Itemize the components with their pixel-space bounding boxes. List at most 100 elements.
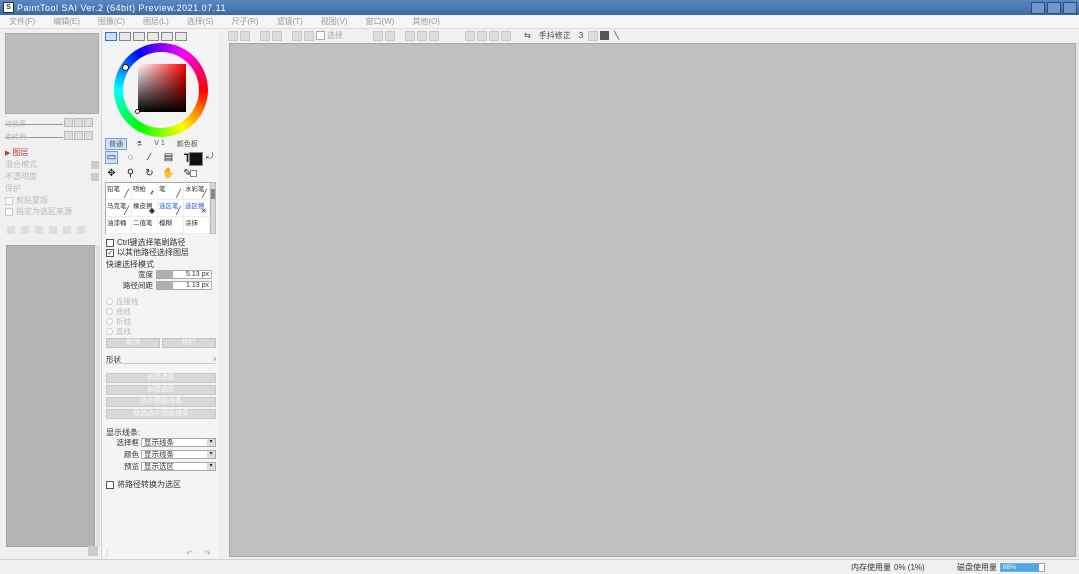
stabilizer-dropdown[interactable] xyxy=(588,30,599,41)
menu-edit[interactable]: 编辑(E) xyxy=(44,16,89,27)
brush-slot-marker[interactable]: 马克笔 ╱ xyxy=(106,200,132,217)
brush-slot-eraser[interactable]: 橡皮擦 ◆ xyxy=(132,200,158,217)
path-to-selection-check[interactable]: 将路径转换为选区 xyxy=(106,479,181,490)
menu-ruler[interactable]: 尺子(R) xyxy=(222,16,267,27)
brush-scrollbar[interactable] xyxy=(210,182,216,234)
reset-rotate-button[interactable] xyxy=(429,30,439,41)
path-to-selection-checkbox[interactable] xyxy=(106,480,114,489)
flip-button[interactable] xyxy=(465,30,475,41)
undo-icon[interactable]: ↶ xyxy=(186,549,193,558)
frame-select[interactable]: 显示线条 ▾ xyxy=(141,437,216,447)
lasso-icon[interactable]: ◌ xyxy=(124,151,137,164)
tab-palette[interactable]: 颜色板 xyxy=(174,139,201,149)
new-layer-icon[interactable] xyxy=(7,226,15,234)
spacing-slider[interactable]: 1.13 px xyxy=(156,280,212,290)
flip-icon[interactable]: ⇆ xyxy=(524,31,531,40)
color-select[interactable]: 显示线条 ▾ xyxy=(141,449,216,459)
brush-slot-pencil[interactable]: 铅笔 ╱ xyxy=(106,183,132,200)
mirror-button[interactable] xyxy=(489,30,499,41)
rotate-left-button[interactable] xyxy=(405,30,415,41)
foreground-color-swatch[interactable] xyxy=(189,152,203,166)
selection-source-checkbox[interactable] xyxy=(5,207,13,216)
hsv-slider-tab[interactable] xyxy=(133,32,145,41)
menu-other[interactable]: 其他(O) xyxy=(403,16,449,27)
scratchpad-tab[interactable] xyxy=(175,32,187,41)
deselect-button[interactable] xyxy=(228,30,238,41)
zoom-in-button[interactable] xyxy=(385,30,395,41)
preview-select[interactable]: 显示选区 ▾ xyxy=(141,461,216,471)
alt-path-checkbox[interactable]: ✓ xyxy=(106,248,114,257)
move-icon[interactable]: ✥ xyxy=(105,167,118,180)
select-checkbox[interactable] xyxy=(316,31,325,40)
rotate-right-button[interactable] xyxy=(417,30,427,41)
brush-slot-select-eraser[interactable]: 选区擦 ⨯ xyxy=(184,200,210,217)
angle-plus-button[interactable] xyxy=(74,130,83,140)
fill-button[interactable] xyxy=(304,30,314,41)
angle-slider[interactable]: 旋转角 xyxy=(5,132,63,141)
menu-filter[interactable]: 滤镜(T) xyxy=(268,16,312,27)
maximize-button[interactable] xyxy=(1047,1,1061,14)
menu-view[interactable]: 视图(V) xyxy=(312,16,357,27)
create-selection-button-2[interactable]: 创建选区 xyxy=(106,385,216,395)
mixer-tab[interactable] xyxy=(161,32,173,41)
clear-layer-icon[interactable] xyxy=(63,226,71,234)
tab-normal[interactable]: 普通 xyxy=(105,137,127,150)
navigator-preview[interactable] xyxy=(5,33,99,114)
transfer-down-icon[interactable] xyxy=(35,226,43,234)
width-slider[interactable]: 5.13 px xyxy=(156,269,212,279)
paste-button[interactable] xyxy=(272,30,282,41)
zoom-plus-button[interactable] xyxy=(74,117,83,127)
layer-list-scrollbar[interactable] xyxy=(96,245,100,547)
zoom-minus-button[interactable] xyxy=(64,117,73,127)
menu-file[interactable]: 文件(F) xyxy=(0,16,44,27)
angle-minus-button[interactable] xyxy=(64,130,73,140)
zoom-out-button[interactable] xyxy=(373,30,383,41)
minimize-button[interactable] xyxy=(1031,1,1045,14)
select-rect-icon[interactable]: ▭ xyxy=(105,151,118,164)
magic-wand-icon[interactable]: ⁄ xyxy=(143,151,156,164)
rgb-slider-tab[interactable] xyxy=(119,32,131,41)
canvas-area[interactable] xyxy=(229,43,1076,557)
layer-tab[interactable]: ▶ 图层 xyxy=(5,147,28,158)
sv-marker[interactable] xyxy=(135,109,140,114)
swatch-tab[interactable] xyxy=(147,32,159,41)
copy-button[interactable] xyxy=(260,30,270,41)
brush-slot-bucket[interactable]: 油漆桶 xyxy=(106,217,132,234)
panel-grip-icon[interactable]: ⁞ xyxy=(106,549,108,558)
anti-alias-button[interactable] xyxy=(501,30,511,41)
color-wheel-tab[interactable] xyxy=(105,32,117,41)
tab-version[interactable]: V 1 xyxy=(151,140,168,147)
close-icon[interactable] xyxy=(91,160,99,169)
invert-select-button[interactable] xyxy=(240,30,250,41)
menu-select[interactable]: 选择(S) xyxy=(178,16,223,27)
zoom-icon[interactable]: ⚲ xyxy=(124,167,137,180)
cancel-button[interactable]: 取消 xyxy=(106,338,160,348)
clear-button[interactable] xyxy=(292,30,302,41)
transparent-color-swatch[interactable] xyxy=(190,170,197,177)
ctrl-path-checkbox[interactable] xyxy=(106,238,114,247)
select-check[interactable]: 选择 xyxy=(316,30,343,41)
clip-mask-checkbox[interactable] xyxy=(5,196,13,205)
selection-source-check[interactable]: 指定为选区来源 xyxy=(5,206,72,217)
layer-list[interactable] xyxy=(6,245,95,547)
panel-menu-icon[interactable] xyxy=(88,546,98,556)
merge-down-icon[interactable] xyxy=(49,226,57,234)
deselect-layer-lines-button[interactable]: 取消选中图层线条 xyxy=(106,409,216,419)
angle-reset-button[interactable] xyxy=(84,130,93,140)
zoom-slider[interactable]: 缩放率 xyxy=(5,119,63,128)
swap-color-icon[interactable]: ⤾ xyxy=(206,151,214,162)
hand-icon[interactable]: ✋ xyxy=(162,167,175,180)
flip-vertical-button[interactable] xyxy=(477,30,487,41)
brush-slot-blur[interactable]: 模糊 xyxy=(158,217,184,234)
brush-slot-binary[interactable]: 二值笔 xyxy=(132,217,158,234)
rotate-icon[interactable]: ↻ xyxy=(143,167,156,180)
layer-move-icon[interactable]: ▤ xyxy=(162,151,175,164)
create-selection-button[interactable]: 创建选区 xyxy=(106,373,216,383)
menu-window[interactable]: 窗口(W) xyxy=(356,16,403,27)
brush-slot-watercolor[interactable]: 水彩笔 ╱ xyxy=(184,183,210,200)
brush-slot-brush[interactable]: 笔 ╱ xyxy=(158,183,184,200)
new-folder-icon[interactable] xyxy=(21,226,29,234)
stabilizer-mode-icon[interactable] xyxy=(600,31,610,40)
brush-slot-smudge[interactable]: 涂抹 xyxy=(184,217,210,234)
menu-layer[interactable]: 图层(L) xyxy=(134,16,178,27)
